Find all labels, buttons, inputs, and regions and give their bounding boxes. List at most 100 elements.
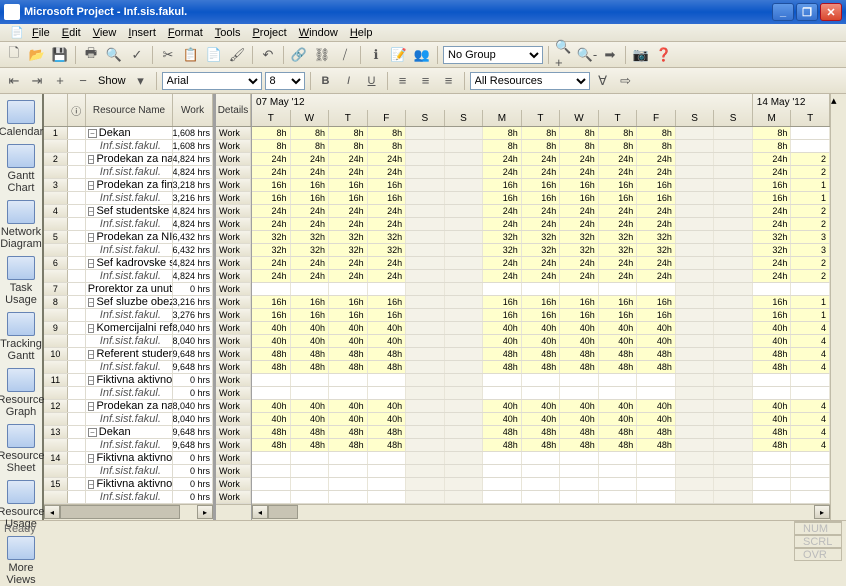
row-number[interactable] [44,439,68,451]
underline-button[interactable]: U [362,71,382,91]
time-cell[interactable]: 48h [483,426,522,438]
work-cell[interactable]: 0 hrs [173,478,213,490]
time-cell[interactable] [676,205,715,217]
time-cell[interactable]: 24h [291,270,330,282]
time-cell[interactable] [445,127,484,139]
time-cell[interactable] [714,335,753,347]
time-cell[interactable]: 8h [329,140,368,152]
table-row[interactable]: Inf.sist.fakul.3,276 hrs [44,309,213,322]
time-cell[interactable] [599,283,638,295]
info-cell[interactable] [68,218,86,230]
time-cell[interactable] [522,452,561,464]
time-cell[interactable]: 24h [560,218,599,230]
viewbar-gantt-chart[interactable]: Gantt Chart [2,144,40,194]
maximize-button[interactable]: ❐ [796,3,818,21]
time-cell[interactable]: 40h [753,400,792,412]
time-cell[interactable]: 32h [329,231,368,243]
resource-name-cell[interactable]: Inf.sist.fakul. [86,413,173,425]
time-cell[interactable]: 24h [368,205,407,217]
time-cell[interactable]: 24h [483,218,522,230]
time-cell[interactable]: 24h [291,205,330,217]
time-cell[interactable] [368,478,407,490]
work-cell[interactable]: 4,824 hrs [173,270,213,282]
time-cell[interactable]: 48h [252,439,291,451]
row-number[interactable] [44,465,68,477]
table-row[interactable]: Inf.sist.fakul.0 hrs [44,491,213,504]
time-row[interactable]: 48h48h48h48h48h48h48h48h48h48h4 [252,439,830,452]
table-row[interactable]: 5−Prodekan za NIR6,432 hrs [44,231,213,244]
resource-name-cell[interactable]: Inf.sist.fakul. [86,166,173,178]
row-number[interactable]: 1 [44,127,68,139]
time-cell[interactable] [560,491,599,503]
time-cell[interactable] [560,465,599,477]
row-number[interactable]: 15 [44,478,68,490]
time-cell[interactable]: 48h [522,361,561,373]
time-cell[interactable]: 16h [560,192,599,204]
time-cell[interactable] [406,413,445,425]
time-cell[interactable]: 32h [252,244,291,256]
time-cell[interactable] [714,257,753,269]
align-right-button[interactable]: ≡ [439,71,459,91]
time-cell[interactable]: 16h [753,296,792,308]
time-cell[interactable]: 16h [291,309,330,321]
time-cell[interactable] [483,478,522,490]
time-cell[interactable]: 32h [560,231,599,243]
viewbar-resource-sheet[interactable]: Resource Sheet [2,424,40,474]
time-cell[interactable]: 24h [368,153,407,165]
time-cell[interactable]: 2 [791,153,830,165]
time-cell[interactable]: 40h [368,335,407,347]
time-cell[interactable] [445,244,484,256]
table-row[interactable]: Inf.sist.fakul.4,824 hrs [44,166,213,179]
time-cell[interactable]: 48h [753,348,792,360]
work-cell[interactable]: 6,432 hrs [173,244,213,256]
time-cell[interactable]: 24h [329,205,368,217]
work-cell[interactable]: 9,648 hrs [173,439,213,451]
time-cell[interactable] [445,309,484,321]
time-cell[interactable]: 40h [252,335,291,347]
time-cell[interactable] [406,387,445,399]
time-cell[interactable]: 32h [483,244,522,256]
table-row[interactable]: Inf.sist.fakul.9,648 hrs [44,439,213,452]
time-cell[interactable] [291,452,330,464]
time-cell[interactable]: 24h [483,166,522,178]
time-cell[interactable]: 40h [637,413,676,425]
menu-insert[interactable]: Insert [122,27,162,39]
row-number[interactable]: 5 [44,231,68,243]
time-cell[interactable] [406,270,445,282]
time-cell[interactable] [676,283,715,295]
info-cell[interactable] [68,374,86,386]
left-grid-body[interactable]: 1−Dekan1,608 hrsInf.sist.fakul.1,608 hrs… [44,127,213,504]
collapse-icon[interactable]: − [88,181,95,190]
time-cell[interactable]: 40h [329,413,368,425]
time-cell[interactable]: 32h [291,231,330,243]
resource-name-cell[interactable]: Inf.sist.fakul. [86,270,173,282]
time-cell[interactable] [445,140,484,152]
time-cell[interactable]: 48h [599,439,638,451]
time-cell[interactable]: 24h [753,218,792,230]
time-cell[interactable]: 24h [560,153,599,165]
time-cell[interactable] [637,452,676,464]
time-cell[interactable] [406,257,445,269]
resource-name-cell[interactable]: −Fiktivna aktivnost [86,478,173,490]
time-cell[interactable] [406,296,445,308]
time-cell[interactable]: 8h [522,127,561,139]
resource-name-cell[interactable]: −Fiktivna aktivnost [86,374,173,386]
info-cell[interactable] [68,166,86,178]
info-cell[interactable] [68,179,86,191]
time-cell[interactable] [599,374,638,386]
work-cell[interactable]: 9,648 hrs [173,361,213,373]
time-cell[interactable]: 32h [637,231,676,243]
time-cell[interactable] [406,439,445,451]
hide-subtasks-button[interactable]: − [73,71,93,91]
time-cell[interactable] [445,166,484,178]
time-row[interactable]: 24h24h24h24h24h24h24h24h24h24h2 [252,257,830,270]
menu-tools[interactable]: Tools [209,27,247,39]
time-cell[interactable] [291,478,330,490]
time-cell[interactable]: 40h [599,413,638,425]
menu-project[interactable]: Project [246,27,292,39]
time-cell[interactable]: 16h [560,309,599,321]
time-cell[interactable]: 40h [599,400,638,412]
time-cell[interactable] [406,205,445,217]
time-cell[interactable]: 24h [753,153,792,165]
filter-select[interactable]: All Resources [470,72,590,90]
